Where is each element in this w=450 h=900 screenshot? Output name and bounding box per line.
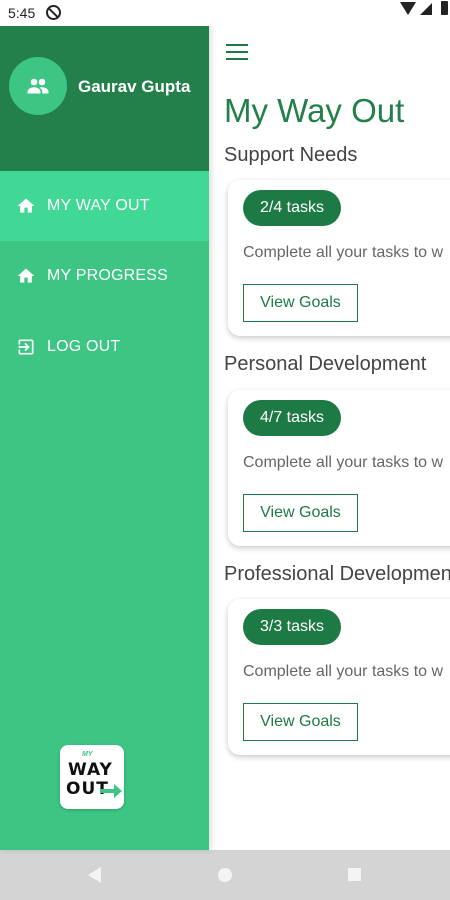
app-screen: 5:45 My Way Out Support Needs 2/4 tasks … [0, 0, 450, 900]
view-goals-button[interactable]: View Goals [243, 494, 358, 532]
card-description: Complete all your tasks to w [243, 663, 444, 680]
signal-icon [420, 3, 432, 15]
task-count-badge: 3/3 tasks [243, 609, 341, 645]
status-time: 5:45 [8, 5, 36, 21]
navigation-drawer: Gaurav Gupta MY WAY OUT MY PROGRESS LOG … [0, 26, 209, 850]
section-title-support-needs: Support Needs [224, 144, 358, 166]
wifi-icon [400, 2, 416, 15]
nav-item-log-out[interactable]: LOG OUT [0, 312, 209, 382]
avatar [9, 57, 67, 115]
app-logo: MY WAY OUT [60, 745, 124, 809]
goal-card-support-needs: 2/4 tasks Complete all your tasks to w V… [228, 180, 450, 336]
logo-text-small: MY [82, 751, 93, 758]
logout-icon [18, 339, 34, 355]
view-goals-button[interactable]: View Goals [243, 703, 358, 741]
nav-item-my-progress[interactable]: MY PROGRESS [0, 241, 209, 311]
do-not-disturb-icon [46, 5, 61, 20]
people-icon [27, 78, 49, 94]
task-count-badge: 4/7 tasks [243, 400, 341, 436]
section-title-personal-development: Personal Development [224, 353, 427, 375]
user-name: Gaurav Gupta [78, 77, 191, 96]
recents-icon[interactable] [348, 868, 361, 881]
home-icon [17, 268, 35, 283]
system-navigation-bar [0, 850, 450, 900]
drawer-header: Gaurav Gupta [0, 26, 209, 171]
card-description: Complete all your tasks to w [243, 244, 444, 261]
goal-card-professional-development: 3/3 tasks Complete all your tasks to w V… [228, 599, 450, 755]
nav-item-my-way-out[interactable]: MY WAY OUT [0, 171, 209, 241]
section-title-professional-development: Professional Developmen [224, 563, 450, 585]
logo-text-way: WAY [68, 760, 113, 780]
nav-item-label: MY WAY OUT [47, 197, 150, 214]
goal-card-personal-development: 4/7 tasks Complete all your tasks to w V… [228, 390, 450, 546]
task-count-badge: 2/4 tasks [243, 190, 341, 226]
home-icon [17, 198, 35, 213]
battery-icon [441, 1, 448, 15]
arrow-icon [100, 784, 122, 798]
home-circle-icon[interactable] [218, 868, 232, 882]
back-icon[interactable] [88, 867, 101, 883]
page-title: My Way Out [224, 92, 405, 129]
menu-icon[interactable] [226, 42, 250, 64]
nav-item-label: MY PROGRESS [47, 267, 169, 284]
status-bar: 5:45 [0, 0, 450, 26]
view-goals-button[interactable]: View Goals [243, 284, 358, 322]
nav-item-label: LOG OUT [47, 338, 121, 355]
card-description: Complete all your tasks to w [243, 454, 444, 471]
